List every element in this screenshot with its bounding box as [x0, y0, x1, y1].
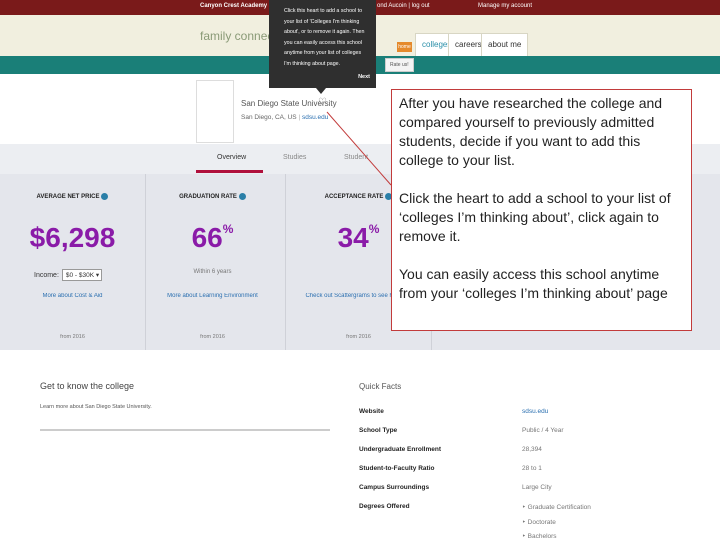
stat-graduation-rate: GRADUATION RATE 66% Within 6 years More … — [140, 174, 286, 350]
degree-item: ‣ Doctorate — [522, 519, 556, 526]
fact-website-link[interactable]: sdsu.edu — [522, 408, 548, 415]
learning-env-link[interactable]: More about Learning Environment — [140, 293, 285, 299]
instruction-callout: After you have researched the college an… — [391, 89, 692, 331]
degree-item: ‣ Bachelors — [522, 533, 557, 540]
heart-tooltip: Click this heart to add a school to your… — [269, 0, 376, 88]
tooltip-next-button[interactable]: Next — [358, 72, 370, 83]
stat-label: GRADUATION RATE — [140, 193, 285, 200]
degree-item: ‣ Graduate Certification — [522, 504, 591, 511]
location-text: San Diego, CA, US — [241, 114, 297, 121]
income-label: Income: — [34, 272, 59, 279]
active-tab-indicator — [196, 170, 263, 173]
stat-net-price: AVERAGE NET PRICE $6,298 Income: $0 - $3… — [0, 174, 146, 350]
rate-us-button[interactable]: Rate us! — [385, 58, 414, 72]
tab-studies[interactable]: Studies — [283, 154, 306, 161]
tooltip-arrow — [316, 88, 326, 94]
stat-source: from 2016 — [60, 334, 85, 340]
cost-aid-link[interactable]: More about Cost & Aid — [0, 293, 145, 299]
callout-paragraph: You can easily access this school anytim… — [399, 266, 668, 301]
stat-value: 66% — [191, 222, 234, 253]
callout-paragraph: Click the heart to add a school to your … — [399, 190, 671, 244]
college-logo — [196, 80, 234, 143]
stat-label: AVERAGE NET PRICE — [0, 193, 145, 200]
school-name: Canyon Crest Academy — [200, 3, 268, 9]
stat-sub: Within 6 years — [193, 269, 232, 275]
college-location: San Diego, CA, US | sdsu.edu — [241, 114, 329, 121]
website-link[interactable]: sdsu.edu — [302, 114, 328, 121]
manage-account-link[interactable]: Manage my account — [478, 3, 532, 9]
stat-source: from 2016 — [346, 334, 371, 340]
info-icon[interactable] — [101, 193, 109, 200]
tab-student[interactable]: Student — [344, 154, 368, 161]
divider — [40, 429, 330, 431]
income-select[interactable]: $0 - $30K ▾ — [61, 269, 102, 281]
stat-source: from 2016 — [200, 334, 225, 340]
heart-icon[interactable]: ♡ — [318, 97, 327, 108]
know-subtitle: Learn more about San Diego State Univers… — [40, 404, 152, 410]
tab-about-me[interactable]: about me — [481, 33, 529, 56]
callout-paragraph: After you have researched the college an… — [399, 95, 663, 168]
user-logout-link[interactable]: ond Aucoin | log out — [377, 3, 430, 9]
info-icon[interactable] — [238, 193, 246, 200]
stat-value: $6,298 — [29, 222, 116, 253]
quick-facts-title: Quick Facts — [359, 382, 402, 391]
tab-overview[interactable]: Overview — [217, 154, 246, 161]
income-filter: Income: $0 - $30K ▾ — [34, 269, 102, 281]
home-icon[interactable]: home — [397, 42, 412, 52]
know-title: Get to know the college — [40, 381, 135, 391]
